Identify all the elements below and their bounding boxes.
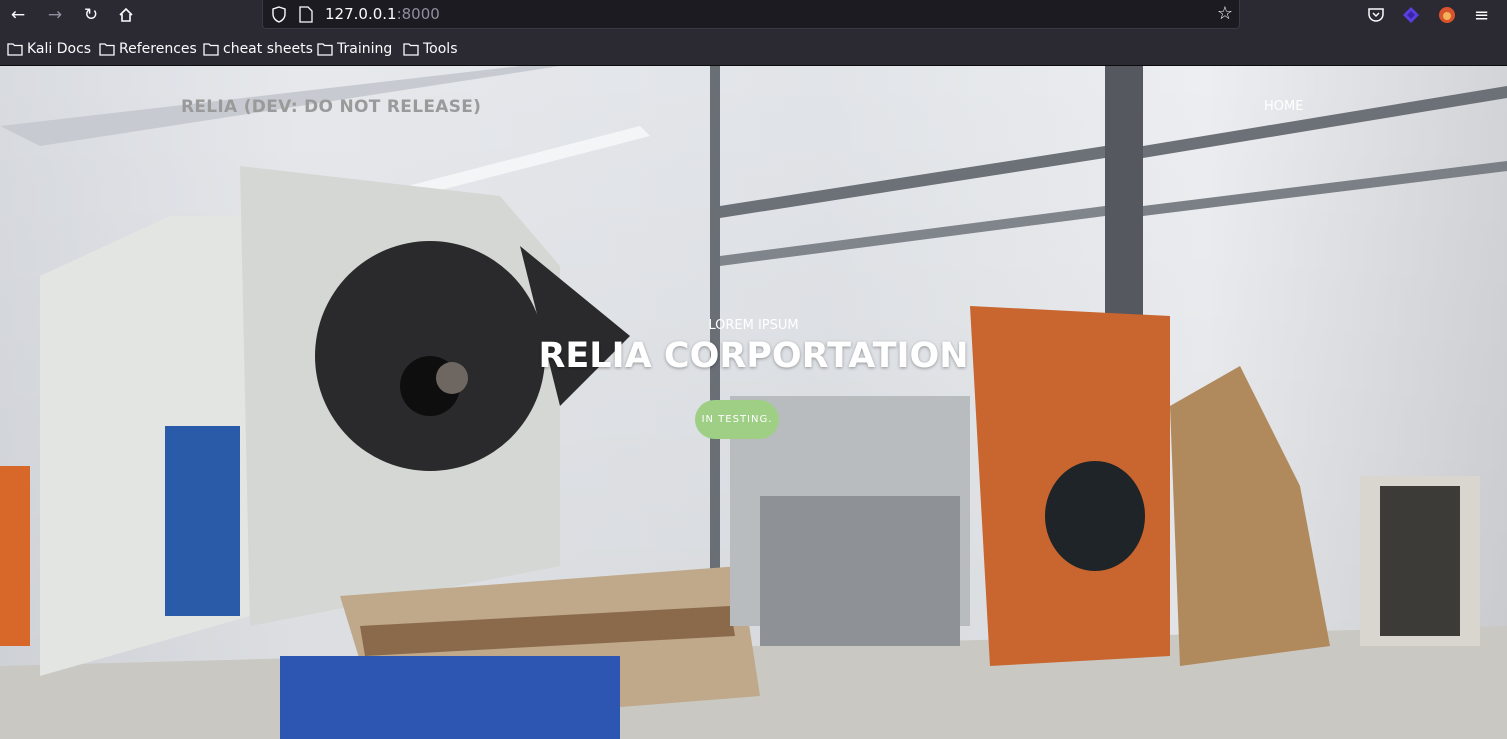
hero-title: RELIA CORPORTATION	[538, 336, 969, 376]
site-brand[interactable]: RELIA (DEV: DO NOT RELEASE)	[181, 97, 481, 117]
in-testing-button[interactable]: IN TESTING.	[695, 400, 779, 439]
hero-subtitle: LOREM IPSUM	[708, 318, 799, 333]
home-icon[interactable]	[114, 4, 138, 26]
bookmark-training[interactable]: Training	[317, 40, 392, 58]
page-icon	[299, 6, 313, 23]
folder-icon	[317, 43, 333, 56]
extension-icon[interactable]	[1402, 6, 1420, 24]
bookmark-label: Training	[337, 41, 393, 57]
bookmark-tools[interactable]: Tools	[403, 40, 458, 58]
bookmark-label: Kali Docs	[27, 41, 92, 57]
forward-icon[interactable]: →	[43, 4, 67, 26]
bookmark-references[interactable]: References	[99, 40, 197, 58]
url-text[interactable]: 127.0.0.1:8000	[325, 5, 440, 23]
bookmark-star-icon[interactable]: ☆	[1217, 3, 1233, 24]
foxyproxy-icon[interactable]	[1438, 6, 1456, 24]
folder-icon	[7, 43, 23, 56]
bookmark-kali-docs[interactable]: Kali Docs	[7, 40, 91, 58]
pocket-icon[interactable]	[1367, 6, 1385, 24]
bookmarks-bar: Kali Docs References cheat sheets Traini…	[0, 31, 1507, 66]
browser-toolbar: ← → ↻ 127.0.0.1:8000 ☆ ≡	[0, 0, 1507, 31]
bookmark-label: References	[119, 41, 197, 57]
bookmark-label: Tools	[423, 41, 458, 57]
folder-icon	[203, 43, 219, 56]
address-bar[interactable]: 127.0.0.1:8000 ☆	[262, 0, 1240, 29]
web-page: RELIA (DEV: DO NOT RELEASE) HOME LOREM I…	[0, 66, 1507, 739]
url-port: :8000	[396, 5, 440, 23]
shield-icon[interactable]	[271, 6, 287, 23]
back-icon[interactable]: ←	[6, 4, 30, 26]
reload-icon[interactable]: ↻	[79, 4, 103, 26]
nav-home-link[interactable]: HOME	[1264, 99, 1303, 114]
folder-icon	[99, 43, 115, 56]
hamburger-menu-icon[interactable]: ≡	[1474, 5, 1489, 26]
url-host: 127.0.0.1	[325, 5, 397, 23]
bookmark-label: cheat sheets	[223, 41, 313, 57]
folder-icon	[403, 43, 419, 56]
bookmark-cheat-sheets[interactable]: cheat sheets	[203, 40, 313, 58]
